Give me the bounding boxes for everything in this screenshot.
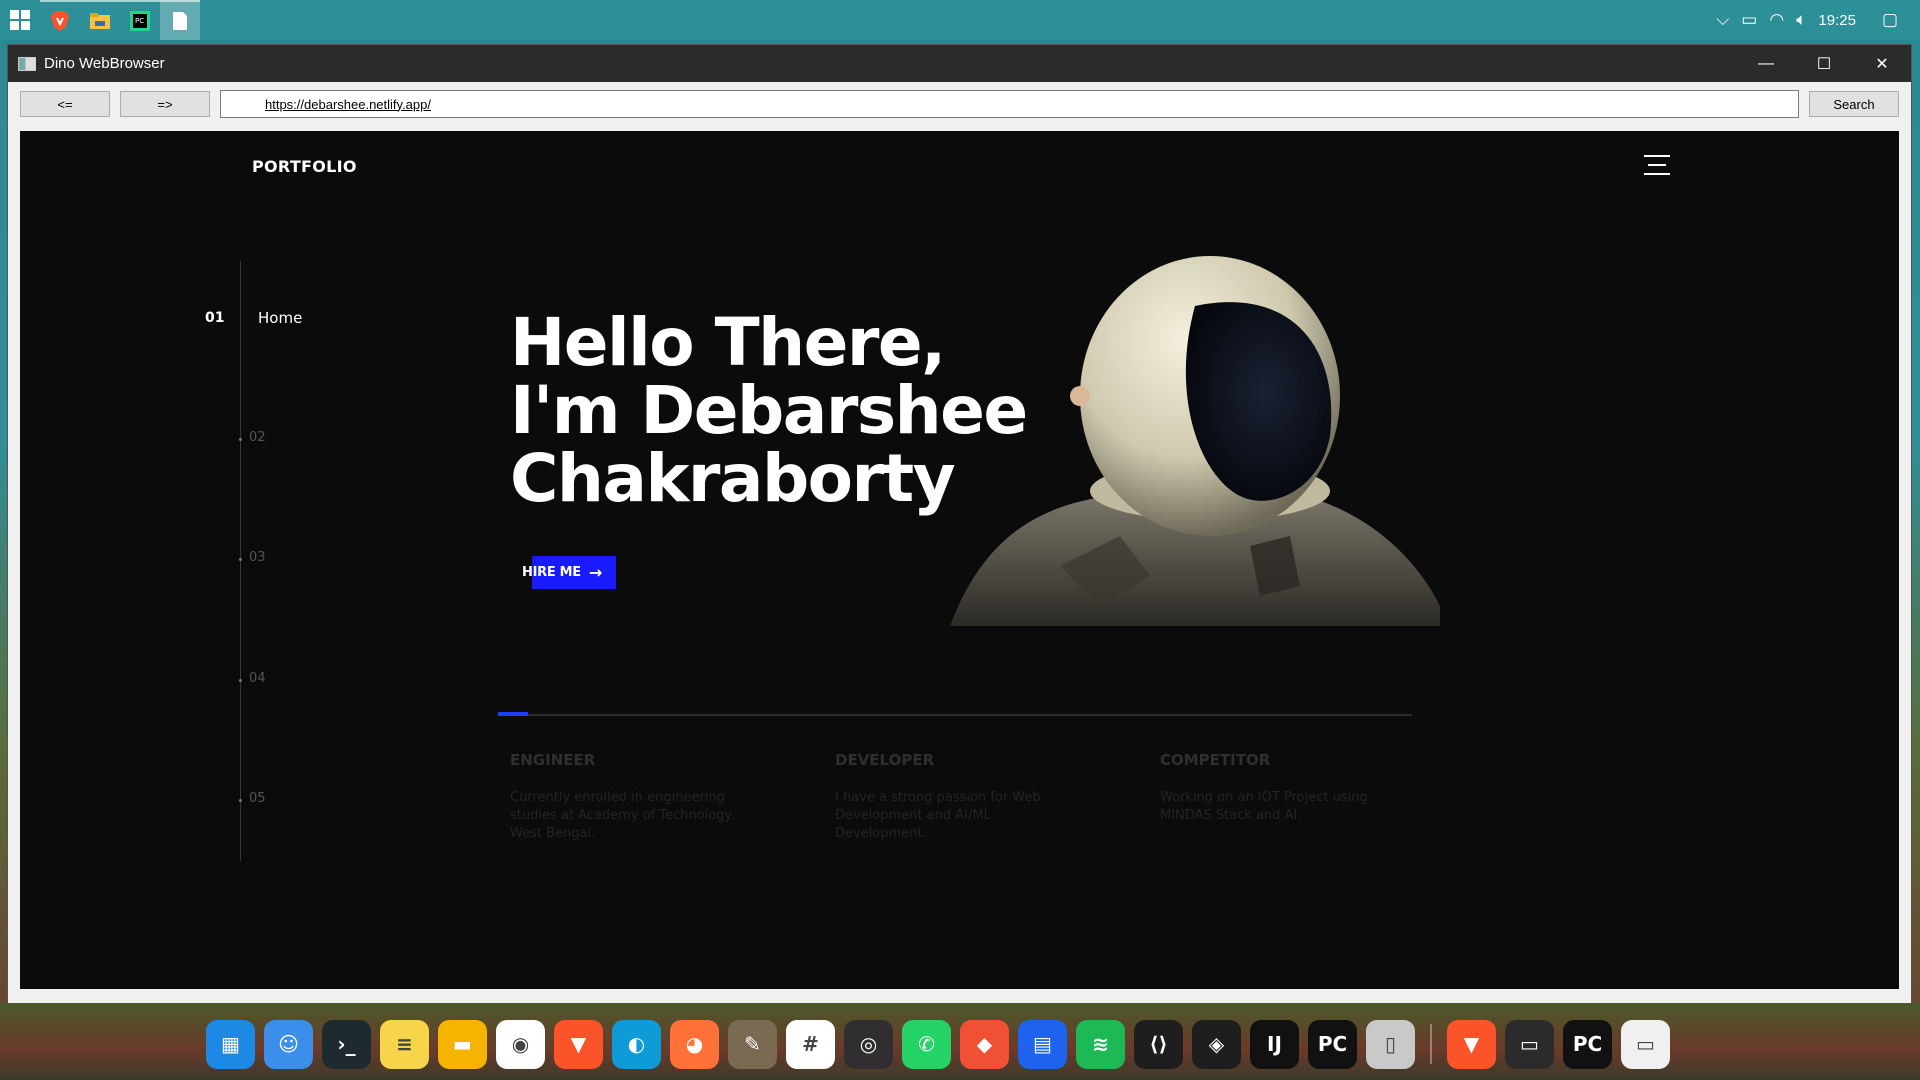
browser-preview-icon[interactable]: ▭ xyxy=(1621,1019,1670,1069)
section-number-05[interactable]: 05 xyxy=(249,791,266,806)
feature-title: DEVELOPER xyxy=(835,751,935,769)
maximize-button[interactable]: ☐ xyxy=(1795,45,1853,82)
window-preview-icon[interactable]: ▭ xyxy=(1505,1019,1554,1069)
dock-separator xyxy=(1430,1024,1432,1064)
pycharm-icon[interactable]: PC xyxy=(120,0,160,40)
section-number-04[interactable]: 04 xyxy=(249,671,266,686)
app-icon xyxy=(18,56,36,71)
close-button[interactable]: ✕ xyxy=(1853,45,1911,82)
site-brand[interactable]: PORTFOLIO xyxy=(252,157,357,176)
finder-icon[interactable]: ☺ xyxy=(264,1019,313,1069)
section-number-02[interactable]: 02 xyxy=(249,430,266,445)
clock[interactable]: 19:25 xyxy=(1818,12,1856,29)
volume-icon[interactable]: 🔈︎ xyxy=(1796,10,1806,30)
hero-line-3: Chakraborty xyxy=(510,440,956,517)
spotify-icon[interactable]: ≋ xyxy=(1076,1019,1125,1069)
files-icon[interactable]: ▬ xyxy=(438,1019,487,1069)
section-number-01[interactable]: 01 xyxy=(205,310,224,326)
hero-title: Hello There, I'm Debarshee Chakraborty xyxy=(510,304,1028,517)
file-explorer-icon[interactable] xyxy=(80,0,120,40)
launchpad-icon[interactable]: ▦ xyxy=(206,1019,255,1069)
minimize-button[interactable]: — xyxy=(1737,45,1795,82)
slider-progress-fill xyxy=(498,712,528,716)
section-timeline xyxy=(240,261,241,861)
notification-icon[interactable]: ▢ xyxy=(1882,10,1898,30)
hamburger-menu-icon[interactable] xyxy=(1644,155,1670,175)
wifi-icon[interactable]: ◠ xyxy=(1769,10,1784,30)
notes-icon[interactable]: ≡ xyxy=(380,1019,429,1069)
section-dot xyxy=(239,438,242,441)
svg-text:PC: PC xyxy=(135,17,144,25)
battery-icon[interactable]: ▭ xyxy=(1741,10,1757,30)
chrome-icon[interactable]: ◉ xyxy=(496,1019,545,1069)
feature-text: Currently enrolled in engineering studie… xyxy=(510,790,737,841)
section-dot xyxy=(239,679,242,682)
feature-title: ENGINEER xyxy=(510,751,596,769)
title-bar: Dino WebBrowser — ☐ ✕ xyxy=(8,45,1911,82)
arrow-right-icon: → xyxy=(588,563,603,582)
feature-engineer: ENGINEER Currently enrolled in engineeri… xyxy=(510,751,760,843)
git-icon[interactable]: ◆ xyxy=(960,1019,1009,1069)
active-section-label[interactable]: Home xyxy=(258,309,302,327)
document-icon[interactable] xyxy=(160,0,200,40)
trash-icon[interactable]: ▯ xyxy=(1366,1019,1415,1069)
slack-icon[interactable]: # xyxy=(786,1019,835,1069)
feature-text: I have a strong passion for Web Developm… xyxy=(835,790,1041,841)
search-button[interactable]: Search xyxy=(1809,91,1899,117)
brave-icon[interactable]: ▼ xyxy=(554,1019,603,1069)
pycharm-recent-icon[interactable]: PC xyxy=(1563,1019,1612,1069)
web-viewport: PORTFOLIO 01 Home 02 03 04 05 Hello Ther… xyxy=(20,131,1899,989)
pycharm-icon[interactable]: PC xyxy=(1308,1019,1357,1069)
brave-recent-icon[interactable]: ▼ xyxy=(1447,1019,1496,1069)
section-number-03[interactable]: 03 xyxy=(249,550,266,565)
hero-line-1: Hello There, xyxy=(510,304,946,381)
section-dot xyxy=(239,558,242,561)
firefox-icon[interactable]: ◕ xyxy=(670,1019,719,1069)
hire-me-button[interactable]: HIRE ME → xyxy=(521,556,616,589)
gimp-icon[interactable]: ✎ xyxy=(728,1019,777,1069)
address-bar[interactable]: https://debarshee.netlify.app/ xyxy=(220,90,1799,118)
back-button[interactable]: <= xyxy=(20,91,110,117)
terminal-icon[interactable]: ›_ xyxy=(322,1019,371,1069)
forward-button[interactable]: => xyxy=(120,91,210,117)
chevron-up-icon[interactable]: ⌵ xyxy=(1716,10,1729,30)
windows-taskbar: PC ⌵ ▭ ◠ 🔈︎ 19:25 ▢ xyxy=(0,0,1920,40)
feature-text: Working on an IOT Project using MINDAS S… xyxy=(1160,790,1368,823)
whatsapp-icon[interactable]: ✆ xyxy=(902,1019,951,1069)
browser-toolbar: <= => https://debarshee.netlify.app/ Sea… xyxy=(8,82,1911,126)
section-dot xyxy=(239,799,242,802)
obs-icon[interactable]: ◎ xyxy=(844,1019,893,1069)
brave-icon[interactable] xyxy=(40,0,80,40)
docker-icon[interactable]: ▤ xyxy=(1018,1019,1067,1069)
edge-icon[interactable]: ◐ xyxy=(612,1019,661,1069)
system-tray: ⌵ ▭ ◠ 🔈︎ 19:25 ▢ xyxy=(1716,0,1920,40)
feature-developer: DEVELOPER I have a strong passion for We… xyxy=(835,751,1085,843)
start-icon[interactable] xyxy=(0,0,40,40)
intellij-icon[interactable]: IJ xyxy=(1250,1019,1299,1069)
feature-title: COMPETITOR xyxy=(1160,751,1271,769)
hire-me-label: HIRE ME xyxy=(522,565,581,580)
browser-window: Dino WebBrowser — ☐ ✕ <= => https://deba… xyxy=(8,45,1911,1003)
hero-line-2: I'm Debarshee xyxy=(510,372,1028,449)
figma-icon[interactable]: ◈ xyxy=(1192,1019,1241,1069)
feature-competitor: COMPETITOR Working on an IOT Project usi… xyxy=(1160,751,1410,825)
vscode-icon[interactable]: ⟨⟩ xyxy=(1134,1019,1183,1069)
app-dock: ▦ ☺ ›_ ≡ ▬ ◉ ▼ ◐ ◕ ✎ # ◎ ✆ ◆ ▤ ≋ ⟨⟩ ◈ IJ PC ▯ ▼ ▭ PC ▭ xyxy=(206,1012,1670,1076)
slider-progress-track xyxy=(498,714,1412,716)
window-title: Dino WebBrowser xyxy=(44,55,165,72)
